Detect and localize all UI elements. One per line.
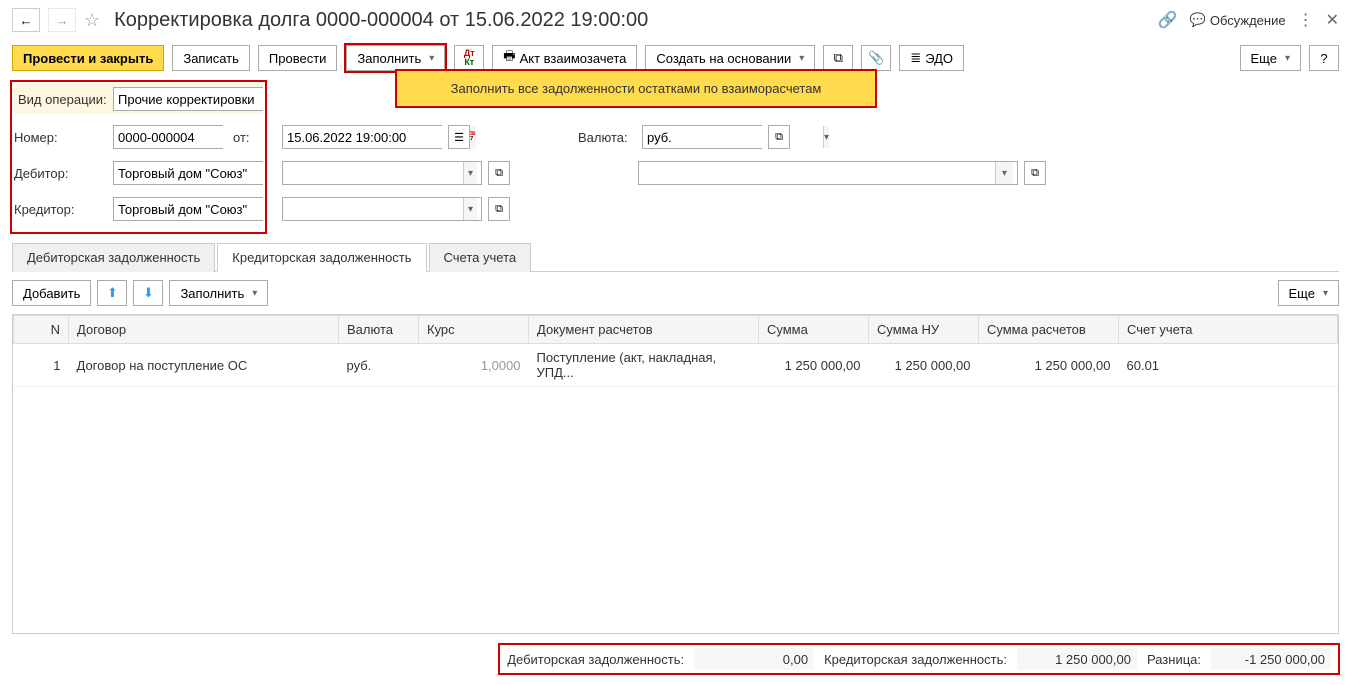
- favorite-icon[interactable]: ☆: [84, 10, 100, 31]
- operation-type-label: Вид операции:: [18, 92, 113, 107]
- post-and-close-button[interactable]: Провести и закрыть: [12, 45, 164, 71]
- edo-icon: ≣: [910, 50, 921, 66]
- print-icon: 🖶: [503, 47, 515, 69]
- fill-dropdown-button[interactable]: Заполнить: [346, 45, 445, 71]
- creditor-input-short[interactable]: [118, 198, 294, 220]
- number-label: Номер:: [14, 130, 109, 145]
- currency-open-icon[interactable]: ⧉: [768, 125, 790, 149]
- page-title: Корректировка долга 0000-000004 от 15.06…: [114, 9, 1150, 32]
- table-more-button[interactable]: Еще: [1278, 280, 1339, 306]
- cell-sum-nu: 1 250 000,00: [869, 344, 979, 387]
- creditor-drop-icon[interactable]: ▾: [463, 198, 477, 220]
- table-row[interactable]: 1 Договор на поступление ОС руб. 1,0000 …: [14, 344, 1338, 387]
- dtkt-button[interactable]: ДтКт: [454, 45, 484, 71]
- move-down-button[interactable]: ⬇: [133, 280, 163, 306]
- menu-dots-icon[interactable]: ⋮: [1298, 10, 1314, 30]
- link-icon[interactable]: 🔗: [1158, 10, 1178, 30]
- debtor-label: Дебитор:: [14, 166, 109, 181]
- tab-debtor-debt[interactable]: Дебиторская задолженность: [12, 243, 215, 272]
- cell-currency: руб.: [339, 344, 419, 387]
- org-open-icon[interactable]: ⧉: [1024, 161, 1046, 185]
- th-sum[interactable]: Сумма: [759, 316, 869, 344]
- org-drop-icon[interactable]: ▾: [995, 162, 1013, 184]
- footer-creditor-label: Кредиторская задолженность:: [824, 652, 1007, 667]
- th-account[interactable]: Счет учета: [1119, 316, 1338, 344]
- footer-creditor-val: 1 250 000,00: [1017, 648, 1137, 670]
- discuss-link[interactable]: 💬 Обсуждение: [1190, 12, 1286, 28]
- currency-drop-icon[interactable]: ▾: [823, 126, 829, 148]
- cell-sum: 1 250 000,00: [759, 344, 869, 387]
- fill-menu-item[interactable]: Заполнить все задолженности остатками по…: [413, 81, 859, 96]
- org-input[interactable]: [643, 162, 995, 184]
- move-up-button[interactable]: ⬆: [97, 280, 127, 306]
- nav-back-button[interactable]: ←: [12, 8, 40, 32]
- add-row-button[interactable]: Добавить: [12, 280, 91, 306]
- th-rate[interactable]: Курс: [419, 316, 529, 344]
- debtor-input-short[interactable]: [118, 162, 294, 184]
- chat-icon: 💬: [1190, 12, 1206, 28]
- cell-rate: 1,0000: [419, 344, 529, 387]
- th-currency[interactable]: Валюта: [339, 316, 419, 344]
- table-fill-button[interactable]: Заполнить: [169, 280, 268, 306]
- currency-label: Валюта:: [578, 130, 638, 145]
- number-input[interactable]: [118, 126, 294, 148]
- edo-label: ЭДО: [925, 51, 953, 66]
- debtor-input[interactable]: [287, 162, 463, 184]
- th-sum-calc[interactable]: Сумма расчетов: [979, 316, 1119, 344]
- list-icon[interactable]: ☰: [448, 125, 470, 149]
- operation-type-input[interactable]: [118, 88, 294, 110]
- cell-sum-calc: 1 250 000,00: [979, 344, 1119, 387]
- edo-button[interactable]: ≣ ЭДО: [899, 45, 964, 71]
- discuss-label: Обсуждение: [1210, 13, 1286, 28]
- date-input[interactable]: [287, 126, 463, 148]
- debtor-drop-icon[interactable]: ▾: [463, 162, 477, 184]
- fill-menu: Заполнить все задолженности остатками по…: [396, 70, 876, 107]
- cell-n: 1: [14, 344, 69, 387]
- creditor-label: Кредитор:: [14, 202, 109, 217]
- th-doc[interactable]: Документ расчетов: [529, 316, 759, 344]
- debtor-open-icon[interactable]: ⧉: [488, 161, 510, 185]
- cell-doc: Поступление (акт, накладная, УПД...: [529, 344, 759, 387]
- act-offset-button[interactable]: 🖶 Акт взаимозачета: [492, 45, 637, 71]
- attach-button[interactable]: 📎: [861, 45, 891, 71]
- dtkt-icon: ДтКт: [464, 49, 475, 67]
- date-label: от:: [233, 130, 250, 145]
- more-button[interactable]: Еще: [1240, 45, 1301, 71]
- tab-accounts[interactable]: Счета учета: [429, 243, 532, 272]
- post-button[interactable]: Провести: [258, 45, 338, 71]
- footer-diff-val: -1 250 000,00: [1211, 648, 1331, 670]
- footer-debtor-val: 0,00: [694, 648, 814, 670]
- cell-account: 60.01: [1119, 344, 1338, 387]
- th-n[interactable]: N: [14, 316, 69, 344]
- structure-button[interactable]: ⧉: [823, 45, 853, 71]
- footer-debtor-label: Дебиторская задолженность:: [507, 652, 684, 667]
- creditor-open-icon[interactable]: ⧉: [488, 197, 510, 221]
- footer-diff-label: Разница:: [1147, 652, 1201, 667]
- help-button[interactable]: ?: [1309, 45, 1339, 71]
- cell-contract: Договор на поступление ОС: [69, 344, 339, 387]
- nav-forward-button[interactable]: →: [48, 8, 76, 32]
- th-sum-nu[interactable]: Сумма НУ: [869, 316, 979, 344]
- tab-creditor-debt[interactable]: Кредиторская задолженность: [217, 243, 426, 272]
- act-label: Акт взаимозачета: [520, 51, 627, 66]
- currency-input[interactable]: [647, 126, 823, 148]
- create-based-button[interactable]: Создать на основании: [645, 45, 815, 71]
- creditor-input[interactable]: [287, 198, 463, 220]
- close-icon[interactable]: ✕: [1326, 10, 1339, 30]
- th-contract[interactable]: Договор: [69, 316, 339, 344]
- save-button[interactable]: Записать: [172, 45, 250, 71]
